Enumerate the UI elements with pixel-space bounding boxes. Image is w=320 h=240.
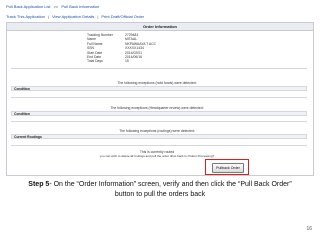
section-header-condition: Condition [11, 111, 307, 116]
section-header-condition: Condition [11, 86, 307, 91]
breadcrumb-current: Pull Back Information [61, 4, 100, 9]
divider [11, 121, 307, 122]
divider [11, 97, 307, 98]
section-header-current-routings: Current Routings [11, 134, 307, 139]
panel-title: Order Information [7, 23, 313, 31]
caption-step: Step 5 [28, 181, 50, 188]
breadcrumb-separator: >> [53, 4, 59, 9]
view-application-details-link[interactable]: View Application Details [52, 14, 94, 19]
divider [11, 68, 307, 69]
pull-back-confirm-text: you can wish to delete all routings and … [99, 154, 215, 158]
pull-back-order-button[interactable]: Pullback Order [212, 163, 244, 173]
action-links: Track This Application | View Application … [6, 14, 144, 19]
instruction-caption: Step 5- On the “Order Information” scree… [20, 180, 300, 200]
breadcrumb: Pull Back Application List >> Pull Back … [6, 4, 99, 9]
exceptions-note-routings: The following exceptions (routings) were… [119, 129, 195, 133]
exceptions-note-hq-review: The following exceptions (Headquarter re… [110, 106, 204, 110]
breadcrumb-link[interactable]: Pull Back Application List [6, 4, 50, 9]
info-value: 15 [125, 59, 129, 64]
print-order-link[interactable]: Print Draft/Official Order [101, 14, 144, 19]
link-divider: | [47, 14, 49, 19]
link-divider: | [97, 14, 99, 19]
track-application-link[interactable]: Track This Application [6, 14, 45, 19]
pull-back-highlight: Pullback Order [205, 159, 249, 175]
page-number: 16 [306, 226, 312, 232]
order-information-panel: Order Information Tracking Number 2729484… [6, 22, 314, 176]
exceptions-note-hold-funds: The following exceptions (hold funds) we… [117, 81, 197, 85]
order-info-list: Tracking Number 2729484 Name MITAAL Full N… [87, 33, 156, 64]
info-label: Total Days [87, 59, 103, 64]
divider [11, 145, 307, 146]
caption-text: - On the “Order Information” screen, ver… [49, 181, 292, 198]
info-row-total-days: Total Days 15 [87, 59, 156, 63]
